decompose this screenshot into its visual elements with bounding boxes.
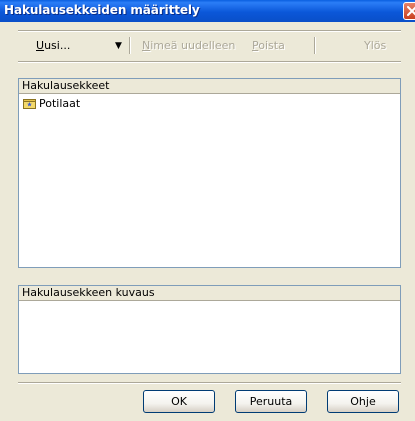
description-box[interactable]: Hakulausekkeen kuvaus [18,285,401,374]
new-button-accel: U [36,39,45,52]
dialog-window: Hakulausekkeiden määrittely Uusi... ▼ Ni… [0,0,415,421]
rename-button[interactable]: Nimeä uudelleen [142,39,235,55]
new-dropdown-arrow-icon[interactable]: ▼ [115,41,122,51]
title-bar[interactable]: Hakulausekkeiden määrittely [0,0,415,22]
description-box-header: Hakulausekkeen kuvaus [19,286,400,301]
new-button[interactable]: Uusi... [36,39,70,55]
toolbar: Uusi... ▼ Nimeä uudelleen Poista Ylös [18,31,401,62]
cancel-button[interactable]: Peruuta [235,390,307,413]
tree-item-label: Potilaat [39,97,81,110]
close-button[interactable] [403,2,415,20]
close-icon [407,6,415,16]
delete-button-label: oista [258,39,285,52]
rename-button-label: imeä uudelleen [150,39,236,52]
delete-button[interactable]: Poista [252,39,285,55]
up-button[interactable]: Ylös [364,39,386,55]
rename-button-accel: N [142,39,151,52]
ok-button[interactable]: OK [143,390,215,413]
expressions-list-header[interactable]: Hakulausekkeet [19,79,400,94]
new-button-label: usi... [44,39,71,52]
toolbar-separator [314,37,316,54]
help-button[interactable]: Ohje [327,390,399,413]
toolbar-separator [129,37,131,54]
footer-divider [18,382,401,384]
folder-star-icon [23,99,36,109]
expressions-list[interactable]: Hakulausekkeet Potilaat [18,78,401,268]
window-title: Hakulausekkeiden määrittely [4,3,200,17]
